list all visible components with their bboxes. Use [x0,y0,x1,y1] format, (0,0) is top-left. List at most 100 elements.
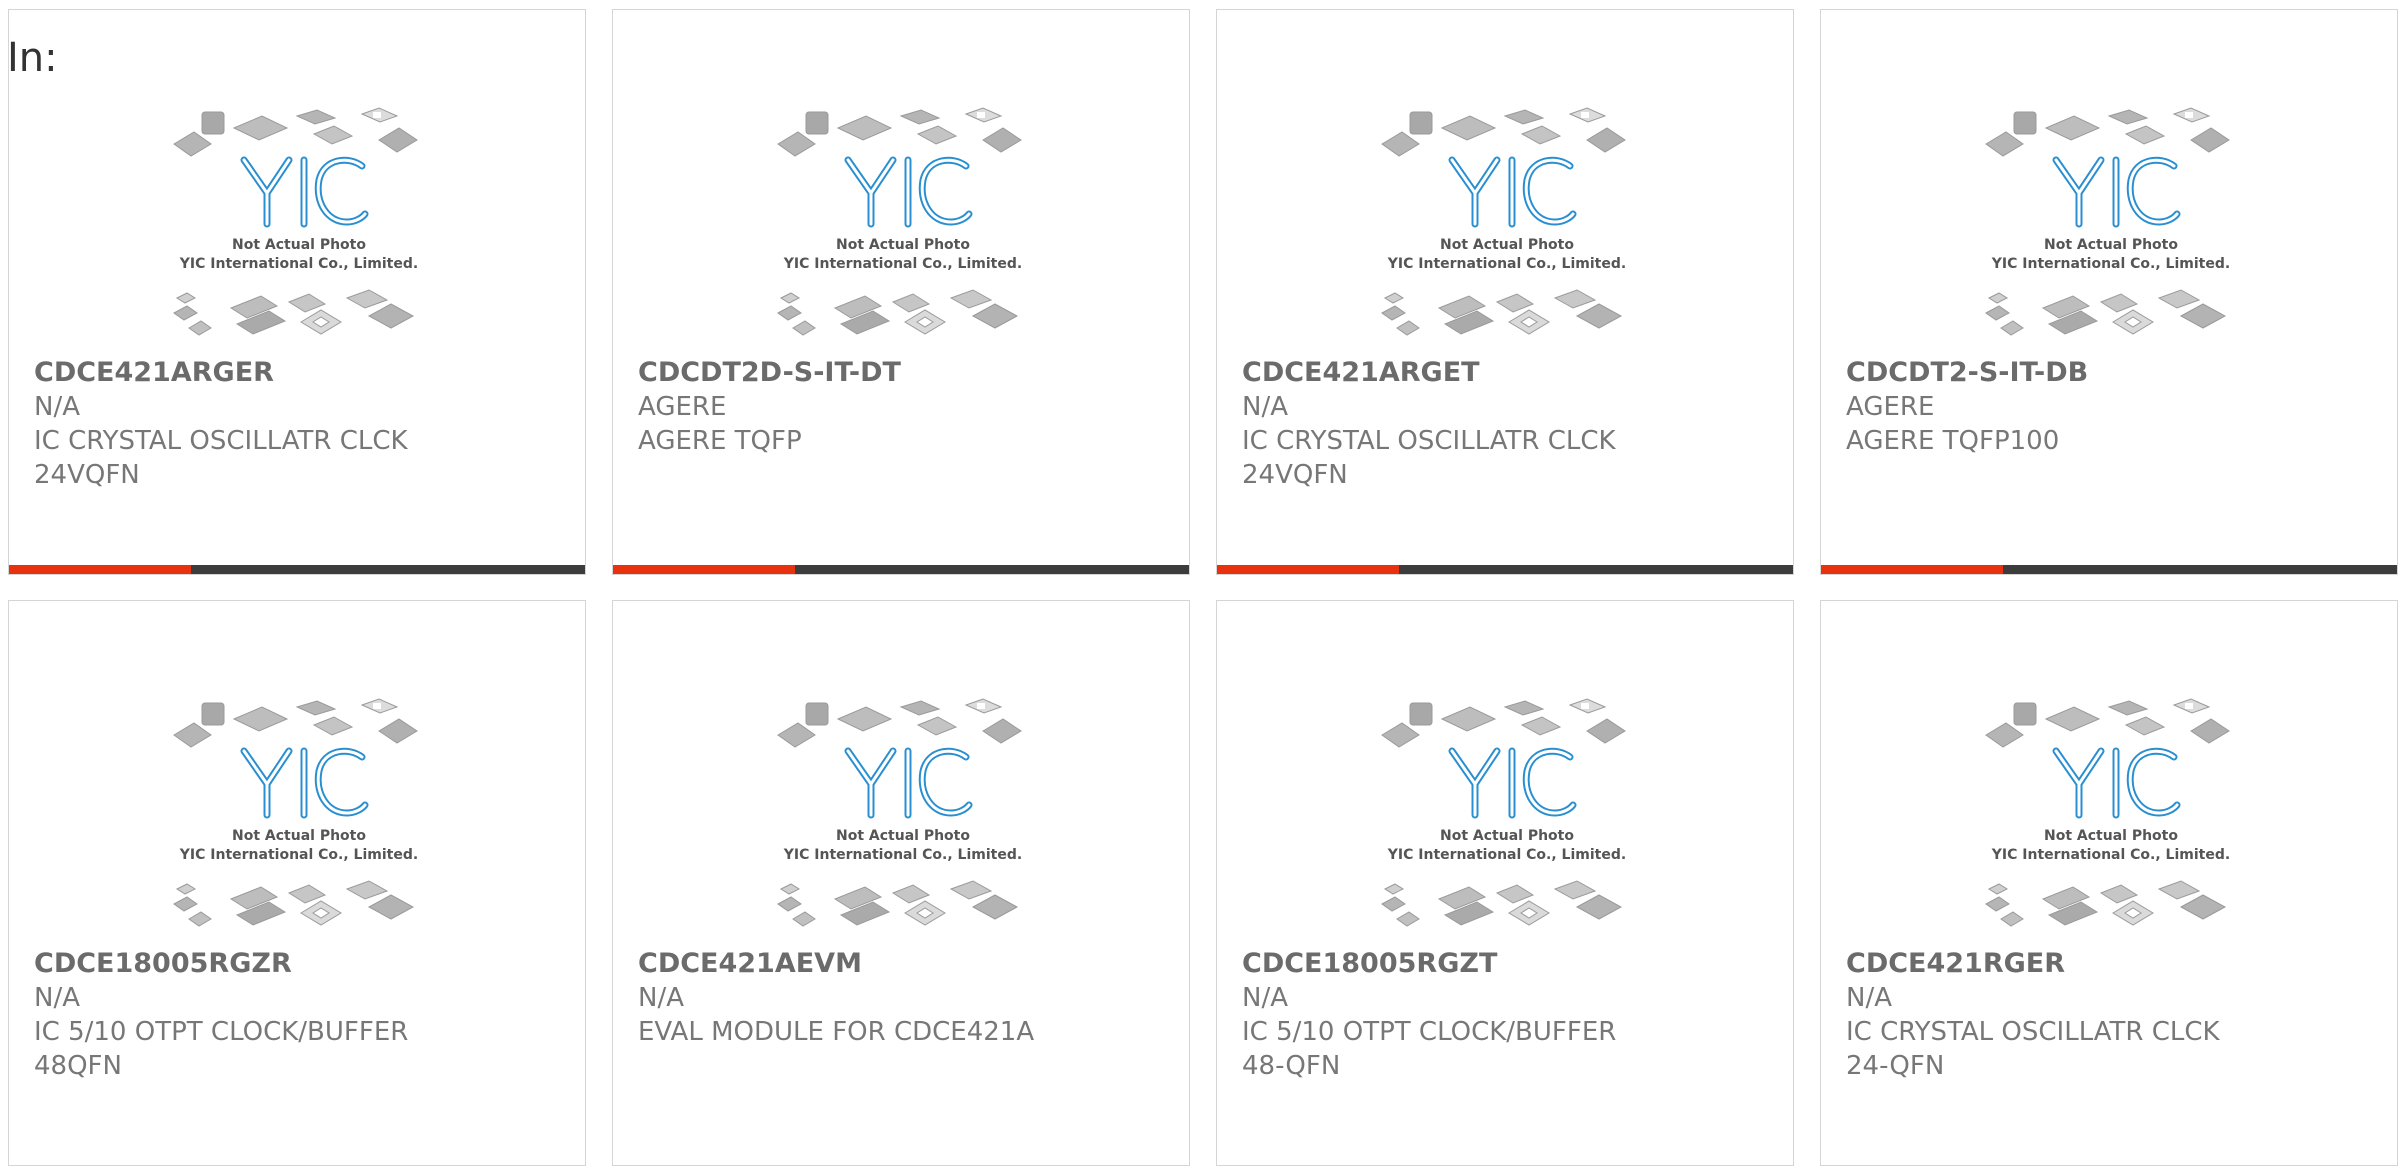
card-accent-bar [9,565,191,574]
product-info: CDCE18005RGZT N/A IC 5/10 OTPT CLOCK/BUF… [1242,947,1662,1083]
product-photo[interactable]: Not Actual Photo YIC International Co., … [159,98,439,350]
placeholder-caption: Not Actual Photo YIC International Co., … [783,828,1022,863]
product-grid: Not Actual Photo YIC International Co., … [0,0,2400,1166]
svg-text:YIC International Co., Limited: YIC International Co., Limited. [179,256,418,272]
placeholder-caption: Not Actual Photo YIC International Co., … [1991,828,2230,863]
placeholder-caption: Not Actual Photo YIC International Co., … [1387,237,1626,272]
placeholder-caption: Not Actual Photo YIC International Co., … [179,828,418,863]
manufacturer: N/A [1846,983,1892,1013]
placeholder-photo-graphic: Not Actual Photo YIC International Co., … [1985,698,2230,927]
part-number-link[interactable]: CDCE421ARGET [1242,356,1662,390]
manufacturer: N/A [1242,392,1288,422]
description: IC CRYSTAL OSCILLATR CLCK 24VQFN [1242,426,1616,490]
card-bottom-bar [9,565,585,574]
product-info: CDCE421ARGET N/A IC CRYSTAL OSCILLATR CL… [1242,356,1662,492]
placeholder-photo-graphic: Not Actual Photo YIC International Co., … [1381,698,1626,927]
manufacturer: N/A [34,392,80,422]
placeholder-photo-graphic: Not Actual Photo YIC International Co., … [777,107,1022,336]
card-accent-bar [613,565,795,574]
product-card[interactable]: Not Actual Photo YIC International Co., … [8,9,586,575]
ic-chip-icons-bottom [1985,289,2227,336]
manufacturer: N/A [1242,983,1288,1013]
placeholder-caption: Not Actual Photo YIC International Co., … [783,237,1022,272]
product-info: CDCDT2D-S-IT-DT AGERE AGERE TQFP [638,356,1058,458]
ic-chip-icons-bottom [173,880,415,927]
part-number-link[interactable]: CDCE18005RGZR [34,947,454,981]
card-bottom-bar [1821,565,2397,574]
product-photo[interactable]: Not Actual Photo YIC International Co., … [763,98,1043,350]
ic-chip-icons-bottom [1381,289,1623,336]
card-accent-bar [1217,565,1399,574]
ic-chip-icons-bottom [1381,880,1623,927]
product-card[interactable]: Not Actual Photo YIC International Co., … [612,600,1190,1166]
part-number-link[interactable]: CDCDT2-S-IT-DB [1846,356,2266,390]
product-card[interactable]: Not Actual Photo YIC International Co., … [8,600,586,1166]
yic-logo [844,747,973,819]
description: AGERE TQFP [638,426,802,456]
yic-logo [844,156,973,228]
manufacturer: AGERE [638,392,727,422]
svg-text:YIC International Co., Limited: YIC International Co., Limited. [179,847,418,863]
card-bottom-bar [1217,565,1793,574]
product-info: CDCE421RGER N/A IC CRYSTAL OSCILLATR CLC… [1846,947,2266,1083]
placeholder-photo-graphic: Not Actual Photo YIC International Co., … [173,698,418,927]
product-card[interactable]: Not Actual Photo YIC International Co., … [1820,600,2398,1166]
ic-chip-icons-top [777,107,1022,157]
description: IC 5/10 OTPT CLOCK/BUFFER 48QFN [34,1017,409,1081]
placeholder-photo-graphic: Not Actual Photo YIC International Co., … [1985,107,2230,336]
product-photo[interactable]: Not Actual Photo YIC International Co., … [1971,689,2251,941]
ic-chip-icons-top [173,698,418,748]
placeholder-caption: Not Actual Photo YIC International Co., … [1991,237,2230,272]
description: EVAL MODULE FOR CDCE421A [638,1017,1035,1047]
yic-logo [2052,747,2181,819]
part-number-link[interactable]: CDCE18005RGZT [1242,947,1662,981]
product-info: CDCE18005RGZR N/A IC 5/10 OTPT CLOCK/BUF… [34,947,454,1083]
ic-chip-icons-top [1381,107,1626,157]
ic-chip-icons-top [1985,698,2230,748]
svg-text:Not Actual Photo: Not Actual Photo [1440,828,1574,844]
product-card[interactable]: Not Actual Photo YIC International Co., … [1216,600,1794,1166]
part-number-link[interactable]: CDCDT2D-S-IT-DT [638,356,1058,390]
ic-chip-icons-bottom [1985,880,2227,927]
ic-chip-icons-top [173,107,418,157]
description: IC CRYSTAL OSCILLATR CLCK 24VQFN [34,426,408,490]
ic-chip-icons-top [1381,698,1626,748]
product-photo[interactable]: Not Actual Photo YIC International Co., … [1971,98,2251,350]
product-card[interactable]: Not Actual Photo YIC International Co., … [1820,9,2398,575]
placeholder-photo-graphic: Not Actual Photo YIC International Co., … [1381,107,1626,336]
ic-chip-icons-bottom [777,289,1019,336]
svg-text:Not Actual Photo: Not Actual Photo [1440,237,1574,253]
part-number-link[interactable]: CDCE421ARGER [34,356,454,390]
product-info: CDCDT2-S-IT-DB AGERE AGERE TQFP100 [1846,356,2266,458]
product-info: CDCE421AEVM N/A EVAL MODULE FOR CDCE421A [638,947,1058,1049]
yic-logo [1448,747,1577,819]
ic-chip-icons-bottom [777,880,1019,927]
card-accent-bar [1821,565,2003,574]
product-card[interactable]: Not Actual Photo YIC International Co., … [1216,9,1794,575]
product-photo[interactable]: Not Actual Photo YIC International Co., … [763,689,1043,941]
part-number-link[interactable]: CDCE421AEVM [638,947,1058,981]
placeholder-caption: Not Actual Photo YIC International Co., … [1387,828,1626,863]
svg-text:YIC International Co., Limited: YIC International Co., Limited. [1991,256,2230,272]
yic-logo [2052,156,2181,228]
ic-chip-icons-top [777,698,1022,748]
product-photo[interactable]: Not Actual Photo YIC International Co., … [159,689,439,941]
product-photo[interactable]: Not Actual Photo YIC International Co., … [1367,689,1647,941]
product-photo[interactable]: Not Actual Photo YIC International Co., … [1367,98,1647,350]
ic-chip-icons-bottom [173,289,415,336]
yic-logo [240,747,369,819]
ic-chip-icons-top [1985,107,2230,157]
svg-text:YIC International Co., Limited: YIC International Co., Limited. [783,847,1022,863]
product-info: CDCE421ARGER N/A IC CRYSTAL OSCILLATR CL… [34,356,454,492]
product-card[interactable]: Not Actual Photo YIC International Co., … [612,9,1190,575]
svg-text:YIC International Co., Limited: YIC International Co., Limited. [1387,256,1626,272]
svg-text:Not Actual Photo: Not Actual Photo [2044,237,2178,253]
part-number-link[interactable]: CDCE421RGER [1846,947,2266,981]
svg-text:Not Actual Photo: Not Actual Photo [836,828,970,844]
manufacturer: N/A [34,983,80,1013]
card-bottom-bar [613,565,1189,574]
manufacturer: N/A [638,983,684,1013]
placeholder-photo-graphic: Not Actual Photo YIC International Co., … [777,698,1022,927]
description: IC CRYSTAL OSCILLATR CLCK 24-QFN [1846,1017,2220,1081]
svg-text:Not Actual Photo: Not Actual Photo [2044,828,2178,844]
